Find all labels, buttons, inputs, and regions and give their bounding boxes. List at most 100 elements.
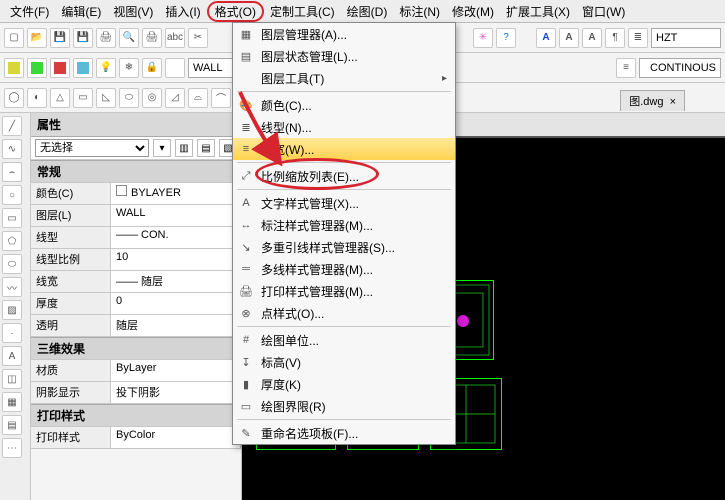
table-icon[interactable]: ▤ [2, 415, 22, 435]
selection-combo[interactable]: 无选择 [35, 139, 149, 157]
layer-color-icon[interactable] [165, 58, 185, 78]
help-icon[interactable]: ? [496, 28, 516, 48]
polygon-icon[interactable]: ⬠ [2, 231, 22, 251]
save-icon[interactable]: 💾 [50, 28, 70, 48]
snowflake-icon[interactable]: ❄ [119, 58, 139, 78]
value-layer[interactable]: WALL [110, 204, 241, 227]
file-tab[interactable]: 图.dwg × [620, 90, 685, 111]
open-icon[interactable]: 📂 [27, 28, 47, 48]
format-menu: ▦图层管理器(A)... ▤图层状态管理(L)... 图层工具(T)▸ 🎨颜色(… [232, 22, 456, 445]
menu-mleader-style[interactable]: ↘多重引线样式管理器(S)... [233, 236, 455, 258]
point-icon[interactable]: · [2, 323, 22, 343]
box-icon[interactable]: ▭ [73, 88, 93, 108]
menu-insert[interactable]: 插入(I) [159, 1, 206, 22]
dome-icon[interactable]: ⌒ [211, 88, 231, 108]
menu-limits[interactable]: ▭绘图界限(R) [233, 395, 455, 417]
value-pstyle[interactable]: ByColor [110, 426, 241, 449]
menu-text-style[interactable]: A文字样式管理(X)... [233, 192, 455, 214]
menu-annotate[interactable]: 标注(N) [393, 1, 446, 22]
swatch4-icon[interactable] [73, 58, 93, 78]
linetype-btn-icon[interactable]: ≡ [616, 58, 636, 78]
menu-draw[interactable]: 绘图(D) [341, 1, 394, 22]
menu-mline-style[interactable]: ═多线样式管理器(M)... [233, 258, 455, 280]
cylinder-icon[interactable]: ⬭ [119, 88, 139, 108]
value-linetype[interactable]: —— CON. [110, 226, 241, 249]
menu-edit[interactable]: 编辑(E) [55, 1, 107, 22]
menu-print-style[interactable]: 🖨打印样式管理器(M)... [233, 280, 455, 302]
swatch3-icon[interactable] [50, 58, 70, 78]
region-icon[interactable]: ▦ [2, 392, 22, 412]
label-layer: 图层(L) [30, 204, 111, 227]
textstyle-combo[interactable]: HZT [651, 28, 721, 48]
value-lineweight[interactable]: —— 随层 [110, 270, 241, 293]
menu-thickness[interactable]: ▮厚度(K) [233, 373, 455, 395]
value-thickness[interactable]: 0 [110, 292, 241, 315]
filter-icon2[interactable]: ▤ [197, 139, 215, 157]
menu-file[interactable]: 文件(F) [4, 1, 55, 22]
menu-lineweight[interactable]: ≡线宽(W)... [233, 138, 455, 160]
menu-window[interactable]: 窗口(W) [576, 1, 631, 22]
menu-custom-tools[interactable]: 定制工具(C) [264, 1, 341, 22]
filter-icon1[interactable]: ▥ [175, 139, 193, 157]
menu-draw-units[interactable]: #绘图单位... [233, 329, 455, 351]
dish-icon[interactable]: ⌓ [188, 88, 208, 108]
ellipse-icon[interactable]: ⬭ [2, 254, 22, 274]
new-icon[interactable]: ▢ [4, 28, 24, 48]
value-shadow[interactable]: 投下阴影 [110, 381, 241, 404]
cut-icon[interactable]: ✂ [188, 28, 208, 48]
pyramid-icon[interactable]: ◺ [96, 88, 116, 108]
plot-icon[interactable]: 🖨 [142, 28, 162, 48]
spline-icon[interactable]: 〰 [2, 277, 22, 297]
paragraph-icon[interactable]: ¶ [605, 28, 625, 48]
menu-layer-state[interactable]: ▤图层状态管理(L)... [233, 45, 455, 67]
properties-title: 属性 [31, 113, 241, 137]
refresh-icon[interactable]: ✳ [473, 28, 493, 48]
menu-linetype[interactable]: ≣线型(N)... [233, 116, 455, 138]
wedge-icon[interactable]: ◿ [165, 88, 185, 108]
spellcheck-icon[interactable]: abc [165, 28, 185, 48]
block-icon[interactable]: ◫ [2, 369, 22, 389]
menu-extend[interactable]: 扩展工具(X) [500, 1, 576, 22]
menu-color[interactable]: 🎨颜色(C)... [233, 94, 455, 116]
bulb-icon[interactable]: 💡 [96, 58, 116, 78]
palette-icon: 🎨 [237, 97, 255, 113]
menu-format[interactable]: 格式(O) [207, 1, 264, 22]
columns-icon[interactable]: ≣ [628, 28, 648, 48]
menu-elevation[interactable]: ↧标高(V) [233, 351, 455, 373]
swatch1-icon[interactable] [4, 58, 24, 78]
sphere-icon[interactable]: ◐ [27, 88, 47, 108]
menu-view[interactable]: 视图(V) [107, 1, 159, 22]
circle-icon[interactable]: ◯ [4, 88, 24, 108]
torus-icon[interactable]: ◎ [142, 88, 162, 108]
text-icon[interactable]: A [2, 346, 22, 366]
menu-dim-style[interactable]: ↔标注样式管理器(M)... [233, 214, 455, 236]
more-icon[interactable]: ⋯ [2, 438, 22, 458]
polyline-icon[interactable]: ∿ [2, 139, 22, 159]
lock-icon[interactable]: 🔒 [142, 58, 162, 78]
value-transparency[interactable]: 随层 [110, 314, 241, 337]
circle2-icon[interactable]: ○ [2, 185, 22, 205]
menu-point-style[interactable]: ⊗点样式(O)... [233, 302, 455, 324]
value-material[interactable]: ByLayer [110, 359, 241, 382]
menu-modify[interactable]: 修改(M) [446, 1, 500, 22]
menu-rename[interactable]: ✎重命名选项板(F)... [233, 422, 455, 444]
print-preview-icon[interactable]: 🔍 [119, 28, 139, 48]
cone-icon[interactable]: △ [50, 88, 70, 108]
menu-scale-list[interactable]: ⤢比例缩放列表(E)... [233, 165, 455, 187]
text-a-icon[interactable]: A [559, 28, 579, 48]
rect-icon[interactable]: ▭ [2, 208, 22, 228]
pick-icon[interactable]: ▾ [153, 139, 171, 157]
saveas-icon[interactable]: 💾 [73, 28, 93, 48]
text-a-blue-icon[interactable]: A [536, 28, 556, 48]
print-icon[interactable]: 🖨 [96, 28, 116, 48]
hatch-icon[interactable]: ▨ [2, 300, 22, 320]
menu-layer-manager[interactable]: ▦图层管理器(A)... [233, 23, 455, 45]
value-ltscale[interactable]: 10 [110, 248, 241, 271]
value-color[interactable]: BYLAYER [110, 182, 241, 205]
text-a3-icon[interactable]: A [582, 28, 602, 48]
arc-icon[interactable]: ⌢ [2, 162, 22, 182]
line-icon[interactable]: ╱ [2, 116, 22, 136]
menu-layer-tools[interactable]: 图层工具(T)▸ [233, 67, 455, 89]
swatch2-icon[interactable] [27, 58, 47, 78]
linetype-combo[interactable]: CONTINOUS [639, 58, 721, 78]
